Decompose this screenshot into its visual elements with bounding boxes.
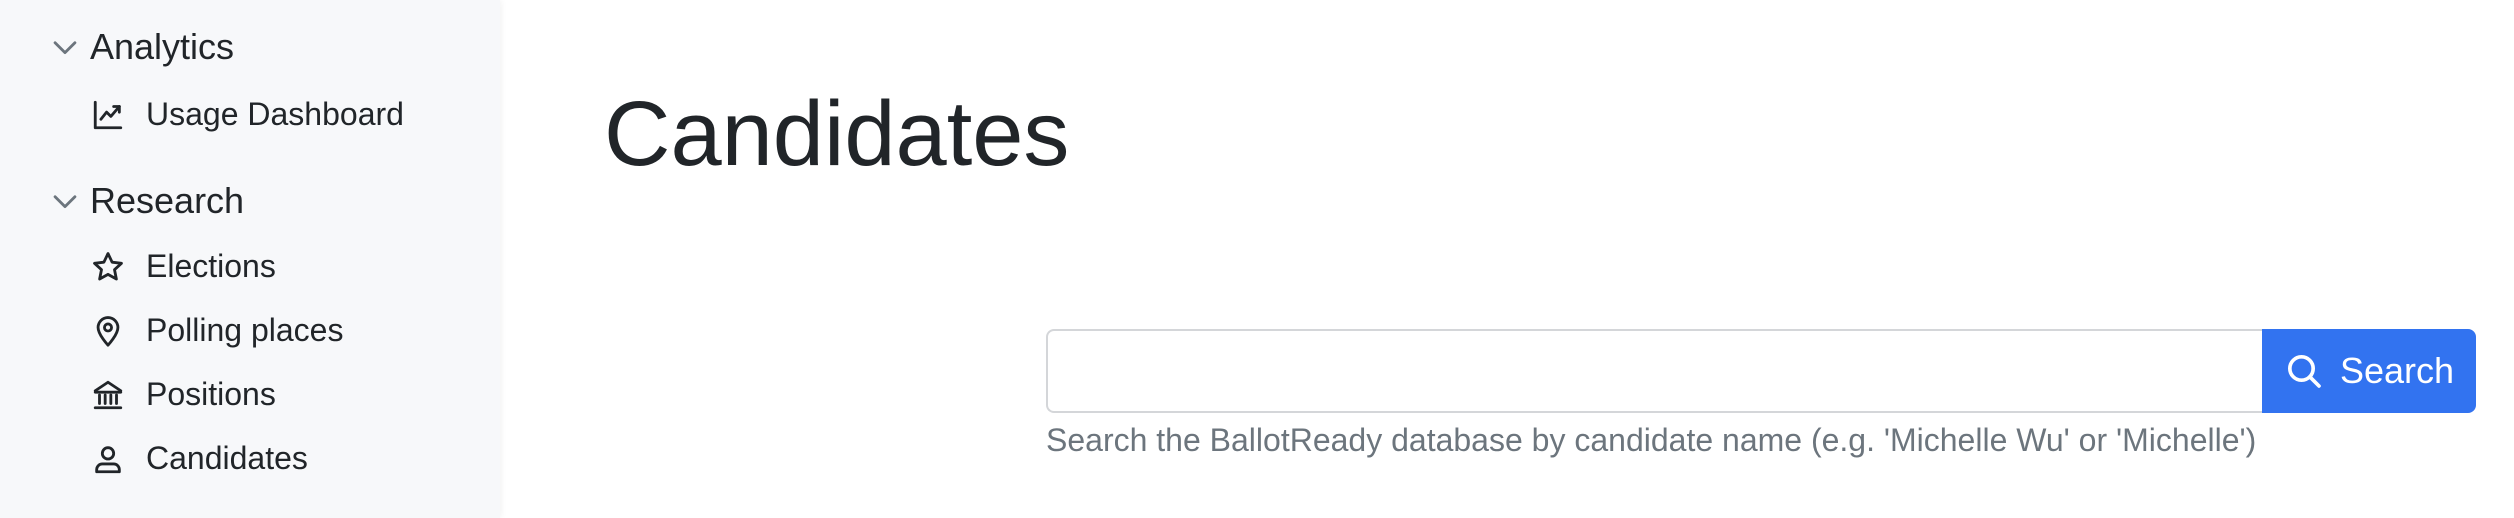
search-bar: Search [1046, 329, 2476, 413]
sidebar-item-candidates[interactable]: Candidates [90, 440, 308, 477]
sidebar-item-label: Elections [146, 248, 276, 284]
sidebar-section-research[interactable]: Research [48, 180, 244, 222]
search-button-label: Search [2339, 350, 2455, 391]
sidebar-section-title: Research [90, 180, 245, 221]
chevron-down-icon [53, 41, 77, 55]
chevron-down-icon [53, 195, 77, 209]
search-input[interactable] [1046, 329, 2262, 413]
map-pin-icon [90, 313, 126, 349]
person-icon [90, 441, 126, 477]
sidebar-item-label: Usage Dashboard [146, 96, 404, 132]
sidebar-item-label: Positions [146, 376, 276, 412]
sidebar-section-title: Analytics [90, 26, 235, 67]
search-icon [2287, 355, 2321, 388]
search-help-text: Search the BallotReady database by candi… [1046, 422, 2257, 458]
search-button[interactable]: Search [2262, 329, 2476, 413]
star-icon [90, 249, 126, 285]
page-title: Candidates [604, 83, 1070, 185]
sidebar-item-label: Polling places [146, 312, 344, 348]
app-root: Analytics Usage Dashboard Research Elect… [0, 0, 2514, 518]
sidebar-item-positions[interactable]: Positions [90, 376, 276, 413]
building-columns-icon [90, 377, 126, 413]
sidebar-section-analytics[interactable]: Analytics [48, 26, 234, 68]
sidebar: Analytics Usage Dashboard Research Elect… [0, 0, 500, 518]
sidebar-item-polling-places[interactable]: Polling places [90, 312, 343, 349]
sidebar-item-elections[interactable]: Elections [90, 248, 276, 285]
sidebar-item-label: Candidates [146, 440, 308, 476]
line-chart-icon [90, 97, 126, 133]
sidebar-item-usage-dashboard[interactable]: Usage Dashboard [90, 96, 404, 133]
